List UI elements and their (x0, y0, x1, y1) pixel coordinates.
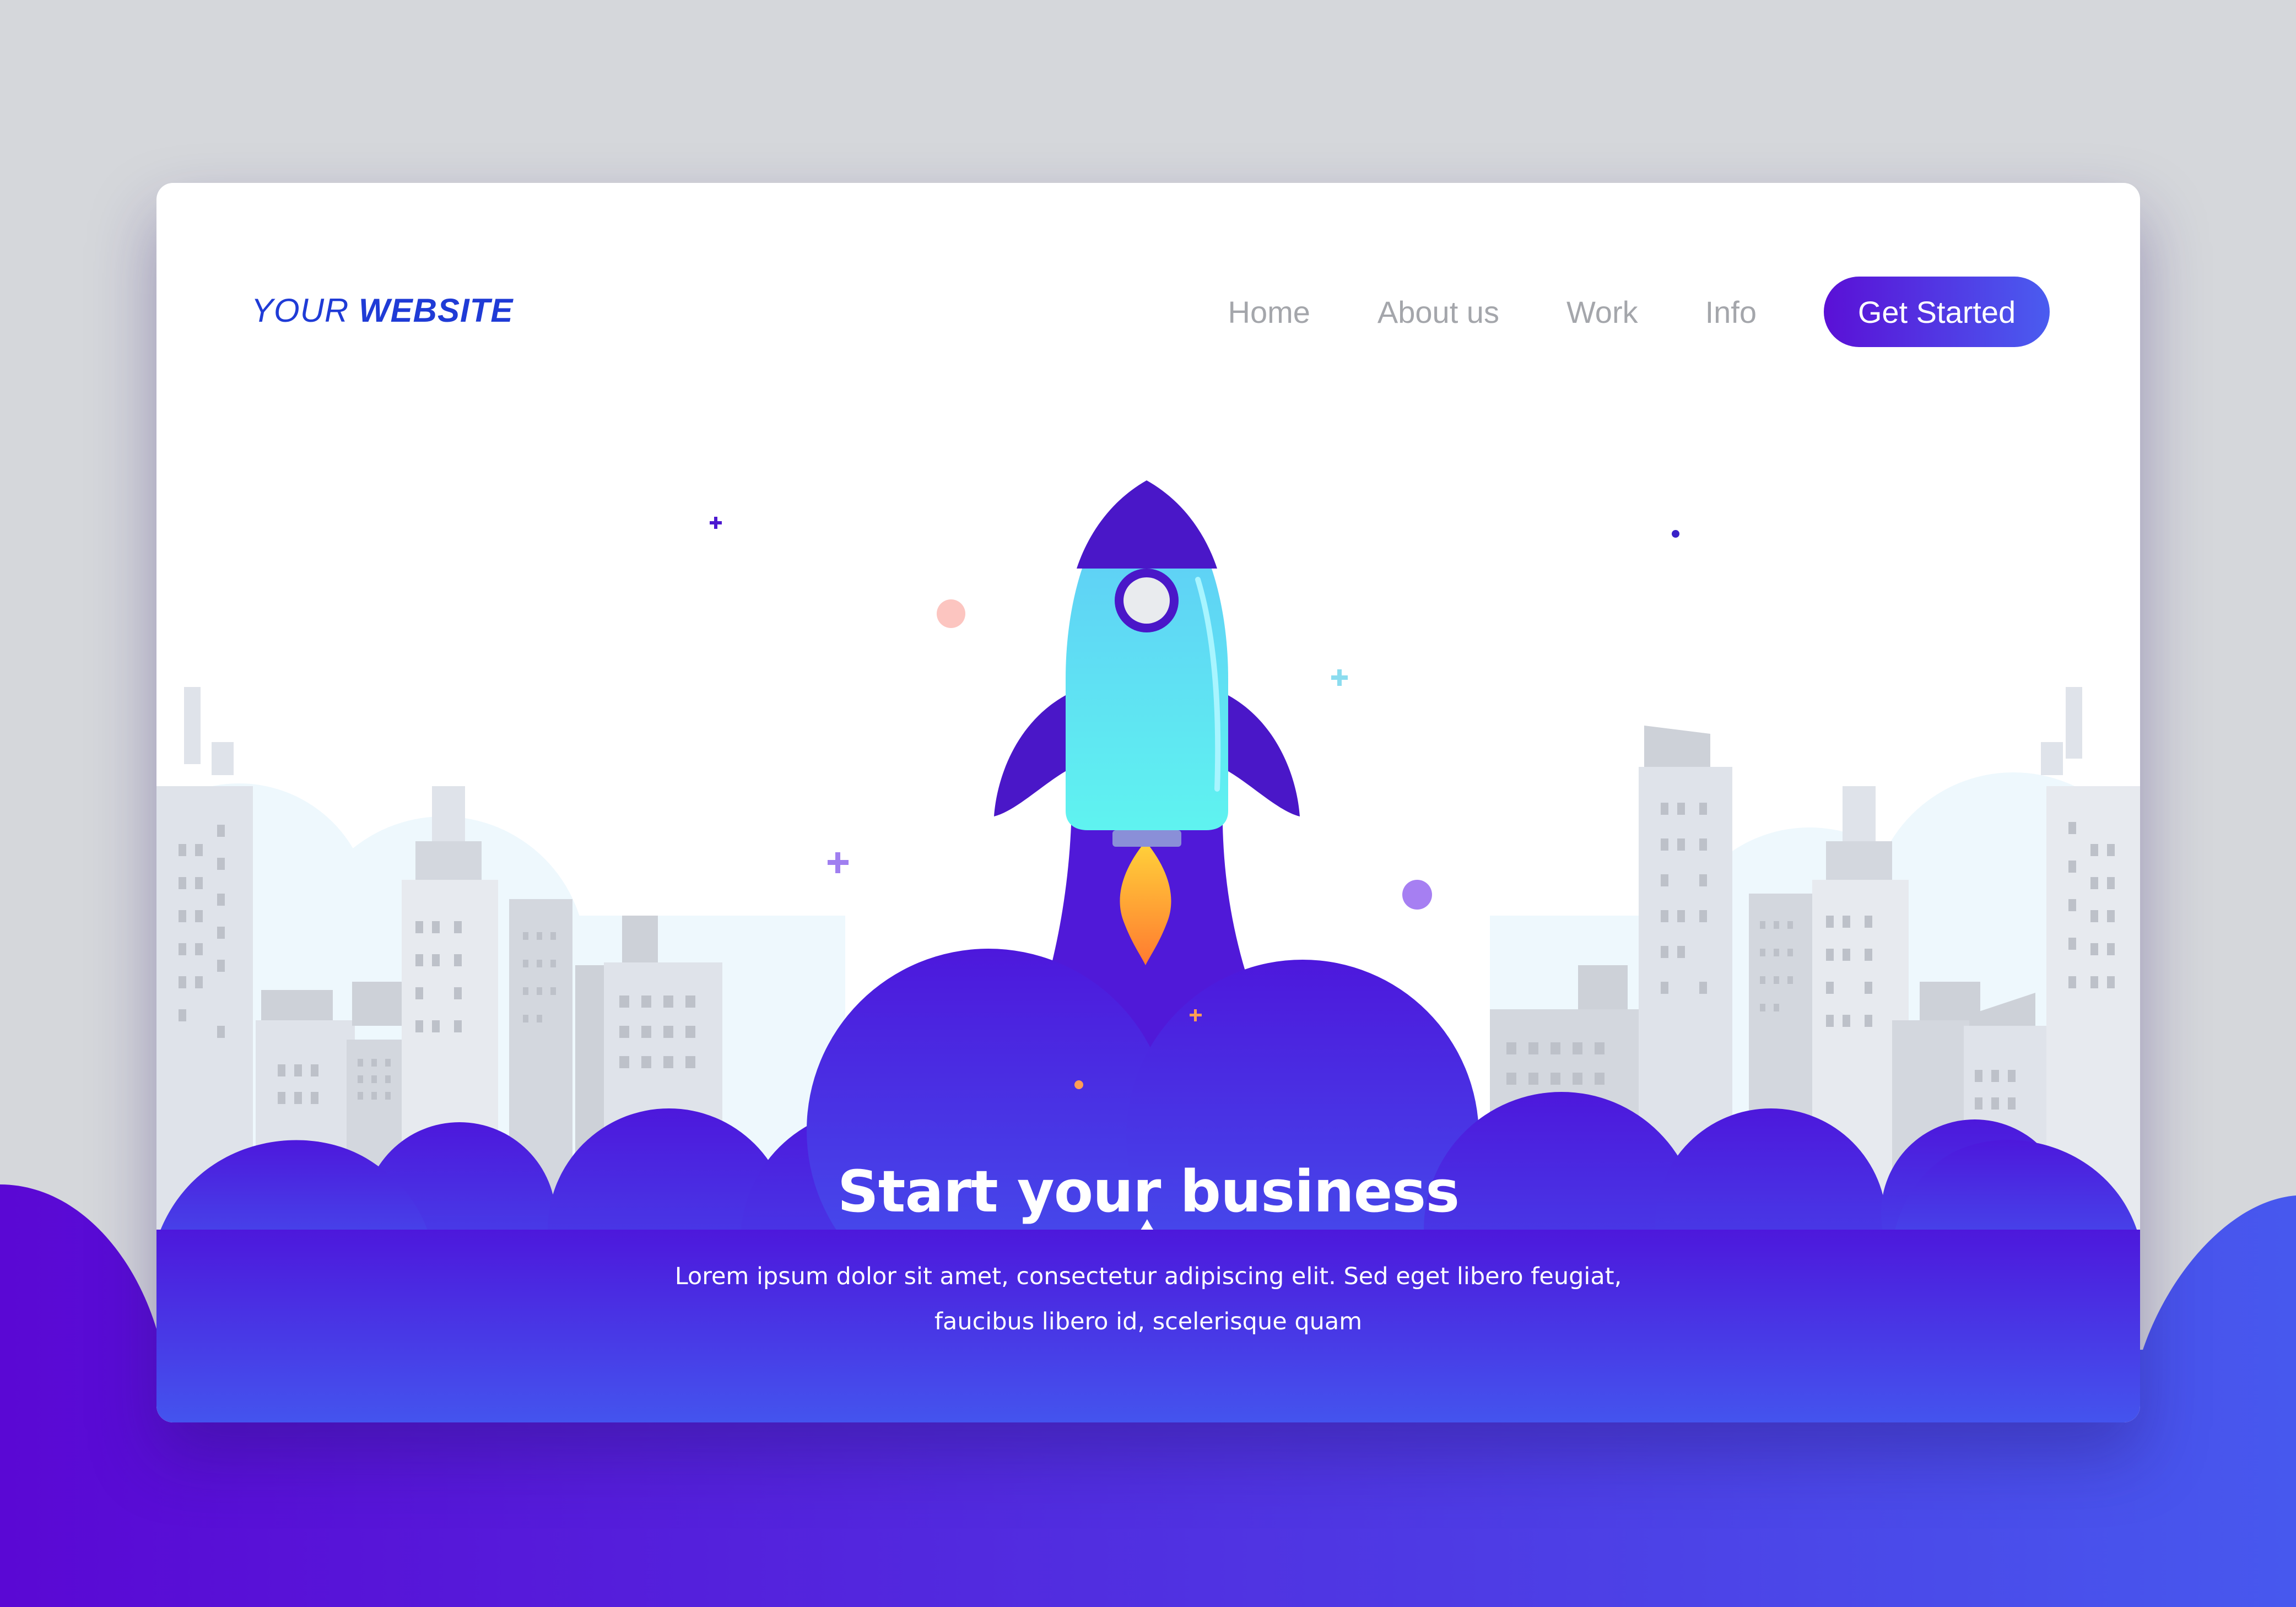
dot-icon (937, 599, 965, 628)
nav-home-link[interactable]: Home (1228, 294, 1310, 330)
hero-title: Start your business (837, 1158, 1460, 1225)
dot-icon (1672, 530, 1679, 538)
hero-subtitle-line: Lorem ipsum dolor sit amet, consectetur … (674, 1263, 1622, 1290)
landing-page-card: YOUR WEBSITE Home About us Work Info Get… (156, 183, 2140, 1422)
hero-illustration (156, 480, 2140, 1422)
nav-info-link[interactable]: Info (1705, 294, 1757, 330)
sparkle-icon (828, 852, 849, 873)
sparkle-icon (1331, 669, 1348, 686)
dot-icon (1402, 880, 1432, 910)
main-navigation: Home About us Work Info Get Started (1228, 277, 2050, 347)
hero-subtitle-line: faucibus libero id, scelerisque quam (934, 1308, 1363, 1335)
logo-text-bold: WEBSITE (359, 292, 514, 329)
sparkle-icon (1738, 701, 1760, 723)
dot-icon (1074, 1080, 1083, 1089)
get-started-button[interactable]: Get Started (1824, 277, 2050, 347)
hero-subtitle: Lorem ipsum dolor sit amet, consectetur … (597, 1254, 1699, 1344)
logo-text-light: YOUR (251, 292, 349, 329)
rocket-icon (994, 480, 1300, 847)
nav-about-link[interactable]: About us (1377, 294, 1499, 330)
sparkle-icon (710, 517, 722, 529)
nav-work-link[interactable]: Work (1566, 294, 1638, 330)
site-logo[interactable]: YOUR WEBSITE (251, 289, 513, 333)
